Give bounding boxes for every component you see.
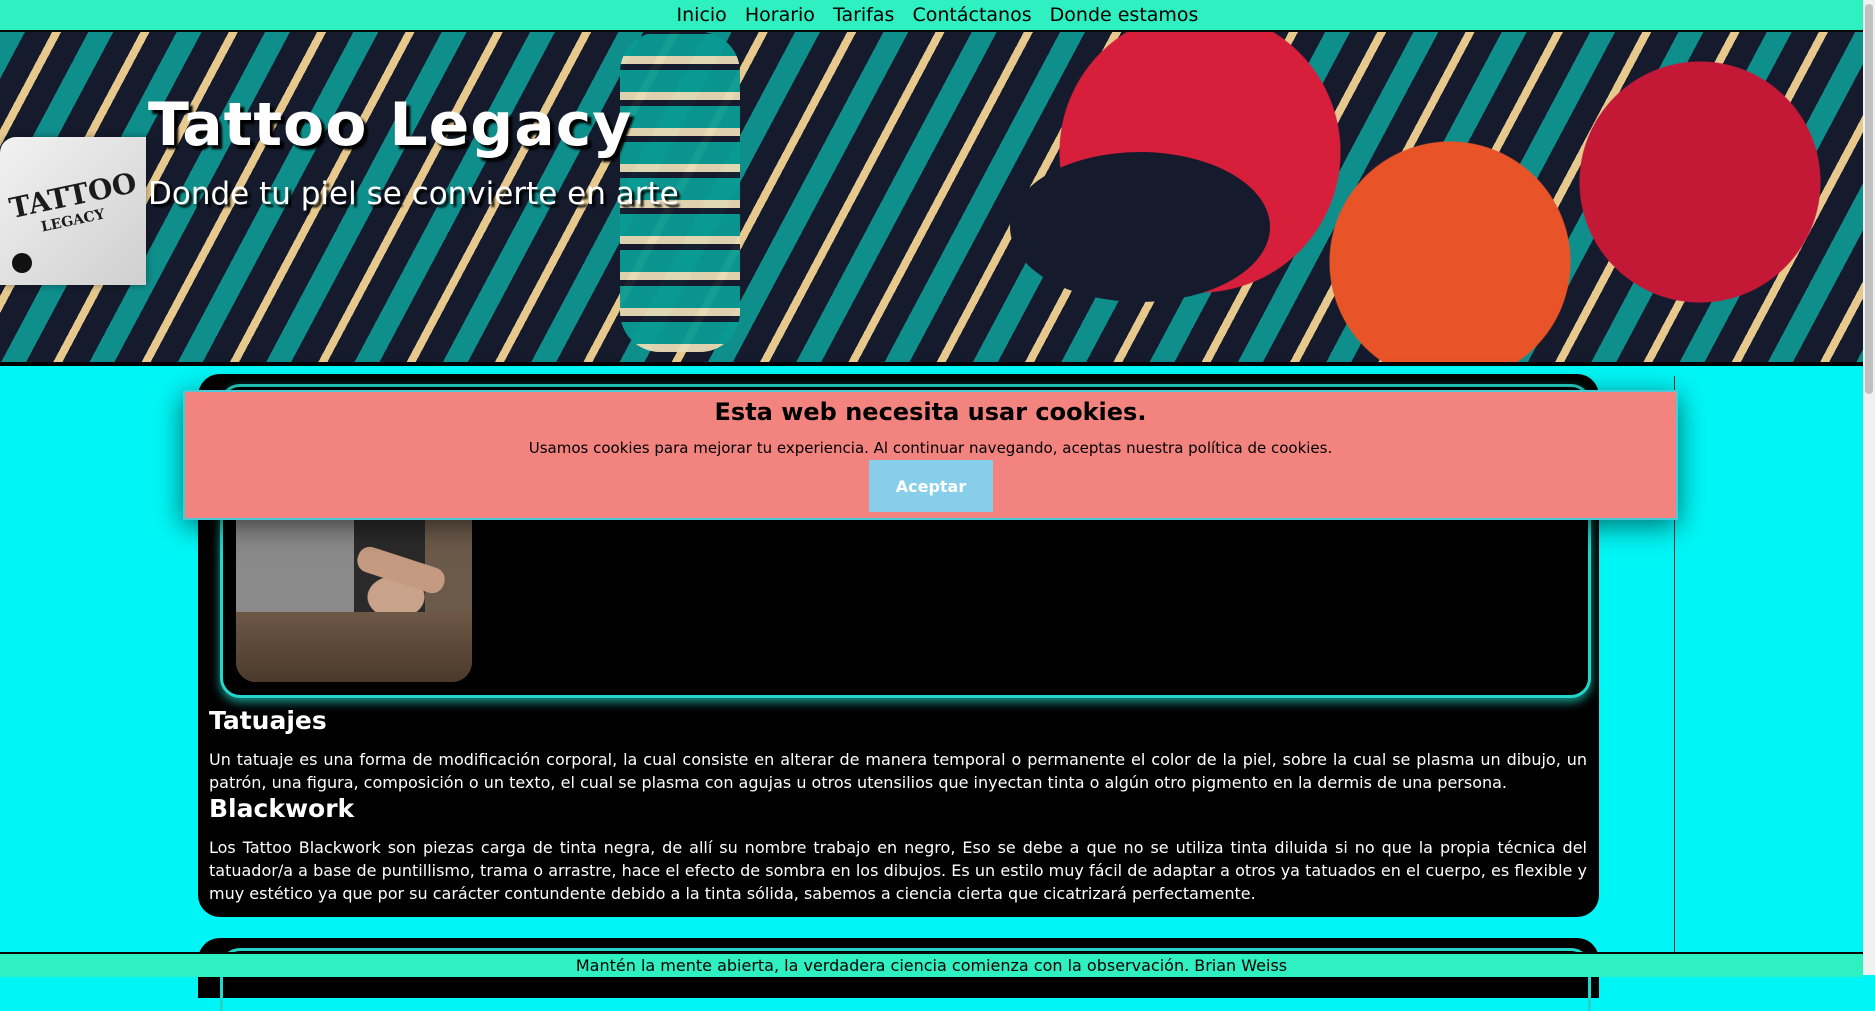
cookie-title: Esta web necesita usar cookies. [714,398,1147,426]
logo-badge-icon [12,253,32,273]
hero-decoration [1010,152,1270,302]
section-text-tatuajes: Un tatuaje es una forma de modificación … [209,750,1587,792]
top-nav: Inicio Horario Tarifas Contáctanos Donde… [0,0,1875,32]
page-title: Tattoo Legacy [148,90,633,160]
hero-banner: TATTOO LEGACY Tattoo Legacy Donde tu pie… [0,32,1863,366]
footer-quote: Mantén la mente abierta, la verdadera ci… [0,952,1863,977]
cookie-text: Usamos cookies para mejorar tu experienc… [528,439,1333,457]
nav-item-horario[interactable]: Horario [745,4,815,26]
scrollbar[interactable] [1863,0,1875,975]
nav-item-donde-estamos[interactable]: Donde estamos [1050,4,1199,26]
section-heading-tatuajes: Tatuajes [209,706,327,735]
accept-cookies-button[interactable]: Aceptar [869,460,993,512]
section-heading-blackwork: Blackwork [209,794,355,823]
nav-item-contactanos[interactable]: Contáctanos [912,4,1031,26]
cookie-banner: Esta web necesita usar cookies. Usamos c… [183,390,1678,520]
section-text-blackwork: Los Tattoo Blackwork son piezas carga de… [209,838,1587,903]
page-subtitle: Donde tu piel se convierte en arte [148,176,679,212]
site-logo: TATTOO LEGACY [0,137,146,285]
nav-item-inicio[interactable]: Inicio [677,4,727,26]
nav-item-tarifas[interactable]: Tarifas [833,4,894,26]
scrollbar-thumb[interactable] [1865,4,1873,394]
